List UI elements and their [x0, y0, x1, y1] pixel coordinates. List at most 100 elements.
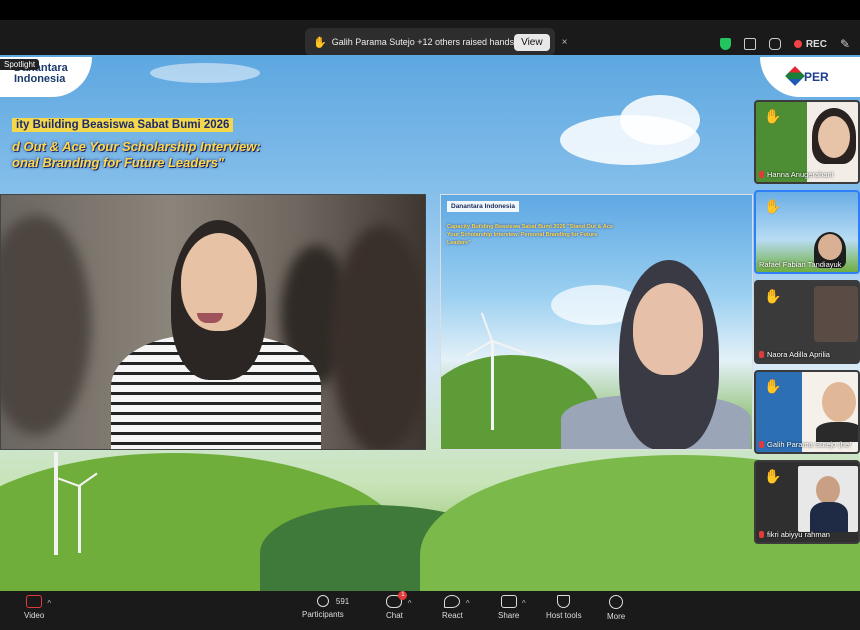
security-shield-icon[interactable] — [719, 38, 731, 50]
org-right-text: PER — [804, 70, 829, 84]
top-bar: ✋ Galih Parama Sutejo +12 others raised … — [0, 0, 860, 56]
guest-slide-title: Capacity Building Beasiswa Sabat Bumi 20… — [447, 224, 613, 246]
participant-tile[interactable]: ✋ Hanna Anugerahani — [754, 100, 860, 184]
shield-icon — [557, 595, 571, 608]
record-dot-icon — [793, 40, 802, 48]
host-tools-label: Host tools — [546, 611, 582, 620]
notification-message: Galih Parama Sutejo +12 others raised ha… — [331, 37, 515, 47]
participant-tile[interactable]: ✋ fikri abiyyu rahman — [754, 460, 860, 544]
chevron-up-icon[interactable]: ^ — [47, 599, 51, 608]
wind-turbine — [491, 340, 494, 430]
mic-muted-icon — [759, 171, 764, 178]
react-label: React — [442, 611, 463, 620]
participant-label: Galih Parama Sutejo (he/ — [759, 440, 851, 449]
chevron-up-icon[interactable]: ^ — [466, 599, 470, 608]
cloud — [150, 63, 260, 83]
react-button[interactable]: ^ React — [442, 595, 469, 620]
participant-tile[interactable]: ✋ Galih Parama Sutejo (he/ — [754, 370, 860, 454]
participant-face — [822, 382, 856, 422]
participant-label: Hanna Anugerahani — [759, 170, 833, 179]
participant-body — [810, 502, 848, 532]
slide-headline: ity Building Beasiswa Sabat Bumi 2026 d … — [12, 115, 312, 170]
raised-hand-icon: ✋ — [764, 378, 782, 394]
host-tools-button[interactable]: Host tools — [546, 595, 582, 620]
participant-face — [818, 234, 842, 260]
shared-slide-stage: Danantara Indonesia Spotlight PER ity Bu… — [0, 55, 860, 591]
background-blur — [331, 225, 425, 449]
more-button[interactable]: More — [607, 595, 625, 621]
participant-tile[interactable]: ✋ Naora Adilla Aprilia — [754, 280, 860, 364]
chat-icon: 1 ^ — [386, 591, 411, 608]
participant-name: fikri abiyyu rahman — [767, 530, 830, 539]
spotlight-label: Spotlight — [0, 59, 40, 70]
background-blur — [1, 215, 91, 435]
video-button[interactable]: ^ Video — [24, 595, 51, 620]
slide-logo-right: PER — [760, 57, 860, 97]
recording-indicator[interactable]: REC — [793, 38, 827, 50]
turbine-blade — [491, 340, 527, 355]
focus-mode-icon[interactable] — [768, 38, 781, 50]
video-label: Video — [24, 611, 45, 620]
more-icon — [609, 595, 624, 609]
participant-face — [818, 116, 850, 158]
slide-headline-line1: ity Building Beasiswa Sabat Bumi 2026 — [12, 118, 234, 132]
participant-tile[interactable]: ✋ Rafael Fabian Tandiayuk — [754, 190, 860, 274]
raised-hand-icon: ✋ — [764, 108, 782, 124]
meeting-window: ✋ Galih Parama Sutejo +12 others raised … — [0, 0, 860, 630]
heart-icon: ^ — [444, 595, 469, 608]
captions-icon[interactable] — [743, 38, 756, 50]
participant-label: fikri abiyyu rahman — [759, 530, 830, 539]
participant-name: Rafael Fabian Tandiayuk — [759, 260, 842, 269]
slide-headline-line3: onal Branding for Future Leaders" — [12, 155, 225, 170]
mic-muted-icon — [759, 441, 764, 448]
participants-icon: 591 — [316, 595, 349, 607]
participant-gallery: ✋ Hanna Anugerahani ✋ Rafael Fabian Tand… — [754, 100, 860, 548]
participants-count: 591 — [335, 597, 350, 606]
participant-name: Naora Adilla Aprilia — [767, 350, 830, 359]
turbine-blade — [465, 340, 493, 357]
chevron-up-icon[interactable]: ^ — [408, 599, 412, 608]
chevron-up-icon[interactable]: ^ — [522, 599, 526, 608]
chat-badge: 1 — [398, 591, 408, 600]
raised-hand-icon: ✋ — [764, 468, 782, 484]
participants-button[interactable]: 591 Participants — [302, 595, 349, 619]
pertamina-logo-icon — [785, 66, 805, 86]
share-button[interactable]: ^ Share — [498, 595, 526, 620]
share-label: Share — [498, 611, 520, 620]
annotate-icon[interactable]: ✎ — [840, 37, 850, 51]
speaker-video-tile[interactable] — [0, 194, 426, 450]
participant-video — [814, 286, 858, 342]
guest-slide-logo: Danantara Indonesia — [447, 201, 519, 212]
participant-face — [816, 476, 840, 504]
guest-video-tile[interactable]: Danantara Indonesia Capacity Building Be… — [440, 194, 753, 450]
raised-hand-icon: ✋ — [764, 288, 782, 304]
participant-body — [816, 422, 858, 442]
close-icon[interactable]: × — [562, 37, 568, 48]
more-label: More — [607, 612, 626, 621]
turbine-blade — [480, 312, 493, 342]
view-button[interactable]: View — [514, 33, 550, 51]
cloud — [620, 95, 700, 145]
top-tools: REC ✎ — [719, 37, 850, 51]
wind-turbine — [54, 452, 58, 555]
guest-face — [633, 283, 703, 375]
slide-headline-line2: d Out & Ace Your Scholarship Interview: — [12, 139, 261, 154]
participant-name: Hanna Anugerahani — [767, 170, 834, 179]
participants-label: Participants — [302, 610, 344, 619]
video-off-icon: ^ — [26, 595, 51, 608]
share-screen-icon: ^ — [500, 595, 526, 608]
participant-name: Galih Parama Sutejo (he/ — [767, 440, 852, 449]
chat-button[interactable]: 1 ^ Chat — [386, 591, 411, 620]
participant-label: Naora Adilla Aprilia — [759, 350, 830, 359]
mic-muted-icon — [759, 351, 764, 358]
mic-muted-icon — [759, 531, 764, 538]
raised-hands-notification: ✋ Galih Parama Sutejo +12 others raised … — [305, 28, 567, 56]
participant-label: Rafael Fabian Tandiayuk — [759, 260, 841, 269]
rec-label: REC — [805, 38, 827, 50]
wind-turbine — [78, 485, 81, 553]
raised-hand-icon: ✋ — [764, 198, 782, 214]
chat-label: Chat — [386, 611, 403, 620]
meeting-toolbar: ^ Video 591 Participants 1 ^ Chat ^ Reac… — [0, 591, 860, 630]
raised-hand-icon: ✋ — [313, 36, 327, 49]
top-strip — [0, 0, 860, 20]
